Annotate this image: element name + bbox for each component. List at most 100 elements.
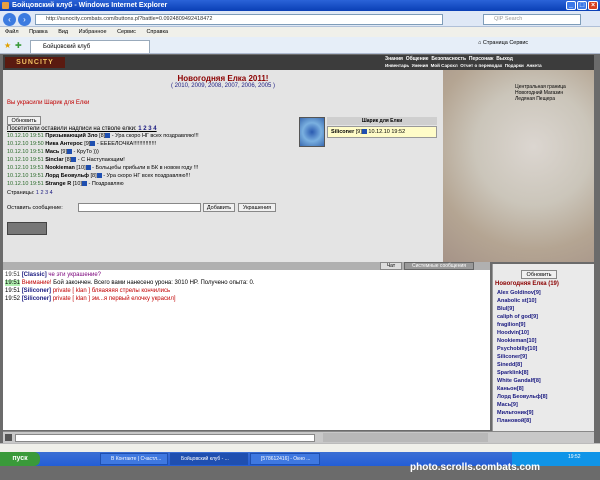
clock: 19:52 — [568, 454, 581, 460]
location-links: Центральная граница Новогодний Магазин Л… — [515, 84, 566, 102]
suncity-logo: SUNCITY — [5, 57, 65, 68]
search-input[interactable]: QIP Search — [483, 14, 581, 25]
nav-profile[interactable]: Анкета — [526, 63, 541, 68]
game-nav-top: Знания Общение Безопасность Персонаж Вых… — [385, 56, 513, 62]
user-item[interactable]: Sinedd[8] — [497, 362, 522, 368]
ball-title: Шарик для Елки — [327, 117, 437, 125]
menu-icon[interactable] — [5, 434, 12, 441]
taskbar-item[interactable]: В Контакте | Счастл... — [100, 453, 168, 465]
list-item: 10.12.10 19:51 Лорд Беовульф [8] - Ура с… — [7, 173, 191, 179]
chat-line: 19:51 [Siliconer] private [ klan ] бляая… — [5, 288, 171, 294]
list-item: 10.12.10 19:51 Призывающий Зло [8] - Ура… — [7, 133, 199, 139]
add-favorites-icon[interactable]: ✚ — [15, 41, 22, 50]
message-input[interactable] — [78, 203, 201, 212]
list-item: 10.12.10 19:51 Strange R [10] - Поздравл… — [7, 181, 124, 187]
tab-label: Бойцовский клуб — [43, 44, 91, 50]
favorites-star-icon[interactable]: ★ — [4, 41, 11, 50]
room-panel: Обновить Новогодняя Елка (19) Alex Goldi… — [492, 264, 594, 431]
start-button[interactable]: пуск — [0, 452, 40, 466]
menu-favorites[interactable]: Избранное — [79, 29, 107, 35]
user-item[interactable]: White Gandalf[8] — [497, 378, 541, 384]
user-item[interactable]: Psychobilly[10] — [497, 346, 537, 352]
decorations-button[interactable]: Украшения — [238, 203, 276, 212]
user-item[interactable]: Мильтоник[9] — [497, 410, 534, 416]
status-bar — [0, 443, 600, 452]
info-icon — [90, 141, 96, 147]
window-titlebar: Бойцовский клуб - Windows Internet Explo… — [0, 0, 600, 11]
forward-icon[interactable]: › — [18, 13, 31, 26]
info-icon — [71, 157, 77, 163]
nav-exit[interactable]: Выход — [496, 56, 513, 62]
menu-file[interactable]: Файл — [5, 29, 19, 35]
service-menu[interactable]: Сервис — [509, 40, 528, 46]
room-refresh-button[interactable]: Обновить — [521, 270, 557, 279]
nav-scroll[interactable]: Мой Сарохл — [431, 63, 458, 68]
chat-buttons[interactable] — [323, 433, 488, 442]
visitor-pages[interactable]: 1 2 3 4 — [138, 126, 156, 132]
link-ice-cave[interactable]: Ледяная Пещера — [515, 96, 566, 102]
info-icon — [105, 133, 111, 139]
nav-knowledge[interactable]: Знания — [385, 56, 403, 62]
menu-tools[interactable]: Сервис — [117, 29, 136, 35]
chat-line: 19:52 [Siliconer] private [ klan ] эм...… — [5, 296, 176, 302]
menu-help[interactable]: Справка — [146, 29, 168, 35]
back-icon[interactable]: ‹ — [3, 13, 16, 26]
user-item[interactable]: Anabolic st[10] — [497, 298, 536, 304]
nav-gifts[interactable]: Подарки — [505, 63, 524, 68]
close-button[interactable]: × — [588, 1, 598, 10]
menu-edit[interactable]: Правка — [29, 29, 48, 35]
user-item[interactable]: Hoodvin[10] — [497, 330, 529, 336]
pagination: Страницы: 1 2 3 4 — [7, 190, 53, 196]
user-item[interactable]: fragilion[9] — [497, 322, 525, 328]
info-icon — [66, 149, 72, 155]
user-item[interactable]: Лорд Беовульф[8] — [497, 394, 548, 400]
nav-security[interactable]: Безопасность — [431, 56, 466, 62]
nav-communication[interactable]: Общение — [406, 56, 429, 62]
user-item[interactable]: Sparklink[8] — [497, 370, 529, 376]
ball-owner: Siliconer [9] 10.12.10 19:52 — [327, 126, 437, 138]
list-item: 10.12.10 19:51 Nookieman [10] - Больцебы… — [7, 165, 199, 171]
user-item[interactable]: Nookieman[10] — [497, 338, 536, 344]
user-item[interactable]: Siliconer[9] — [497, 354, 527, 360]
nav-transfers[interactable]: Отчет о переводах — [460, 63, 502, 68]
tab-active[interactable]: Бойцовский клуб — [30, 40, 150, 53]
chat-line: 19:51 [CIassic] че эти украшение? — [5, 272, 101, 278]
game-nav-bottom: Инвентарь Умения Мой Сарохл Отчет о пере… — [385, 63, 542, 68]
list-item: 10.12.10 19:51 Sinclar [8] - С Наступающ… — [7, 157, 125, 163]
watermark: photo.scrolls.combats.com — [410, 462, 541, 473]
nav-skills[interactable]: Умения — [412, 63, 429, 68]
info-icon — [81, 181, 87, 187]
nav-character[interactable]: Персонаж — [469, 56, 494, 62]
list-item: 10.12.10 19:50 Ника Антерос [9] - ЕЕЕЕЛО… — [7, 141, 157, 147]
tab-chat[interactable]: Чат — [380, 262, 402, 270]
christmas-ball-icon[interactable] — [299, 117, 325, 147]
info-icon — [85, 165, 91, 171]
command-bar: ⌂ Страница Сервис — [478, 40, 528, 46]
user-item[interactable]: Плановой[8] — [497, 418, 531, 424]
add-button[interactable]: Добавить — [203, 203, 235, 212]
maximize-button[interactable]: □ — [577, 1, 587, 10]
user-item[interactable]: caliph of god[9] — [497, 314, 538, 320]
year-links[interactable]: ( 2010, 2009, 2008, 2007, 2006, 2005 ) — [3, 83, 443, 89]
refresh-button[interactable]: Обновить — [7, 116, 41, 125]
chat-input[interactable] — [15, 434, 315, 442]
user-item[interactable]: Blul[9] — [497, 306, 514, 312]
user-item[interactable]: Macь[9] — [497, 402, 518, 408]
nav-inventory[interactable]: Инвентарь — [385, 63, 409, 68]
taskbar-item[interactable]: [578612416] - Окно ... — [250, 453, 320, 465]
tab-system-messages[interactable]: Системные сообщения — [404, 262, 474, 270]
user-item[interactable]: Alex Goldinov[9] — [497, 290, 541, 296]
counter-badge — [7, 222, 47, 235]
page-menu[interactable]: Страница — [483, 40, 508, 46]
pages-links[interactable]: 1 2 3 4 — [36, 190, 53, 196]
list-item: 10.12.10 19:51 Macь [9] - КруТо ))) — [7, 149, 99, 155]
taskbar-item[interactable]: Бойцовский клуб - ... — [170, 453, 248, 465]
ball-card: Шарик для Елки Siliconer [9] 10.12.10 19… — [299, 117, 437, 147]
minimize-button[interactable]: _ — [566, 1, 576, 10]
home-icon[interactable]: ⌂ — [478, 40, 481, 46]
menu-view[interactable]: Вид — [58, 29, 68, 35]
url-input[interactable]: http://sunocity.combats.com/buttons.pl?b… — [35, 14, 443, 25]
chat-tabs: Чат Системные сообщения — [3, 262, 490, 270]
window-title: Бойцовский клуб - Windows Internet Explo… — [12, 2, 168, 9]
user-item[interactable]: Каньон[8] — [497, 386, 524, 392]
